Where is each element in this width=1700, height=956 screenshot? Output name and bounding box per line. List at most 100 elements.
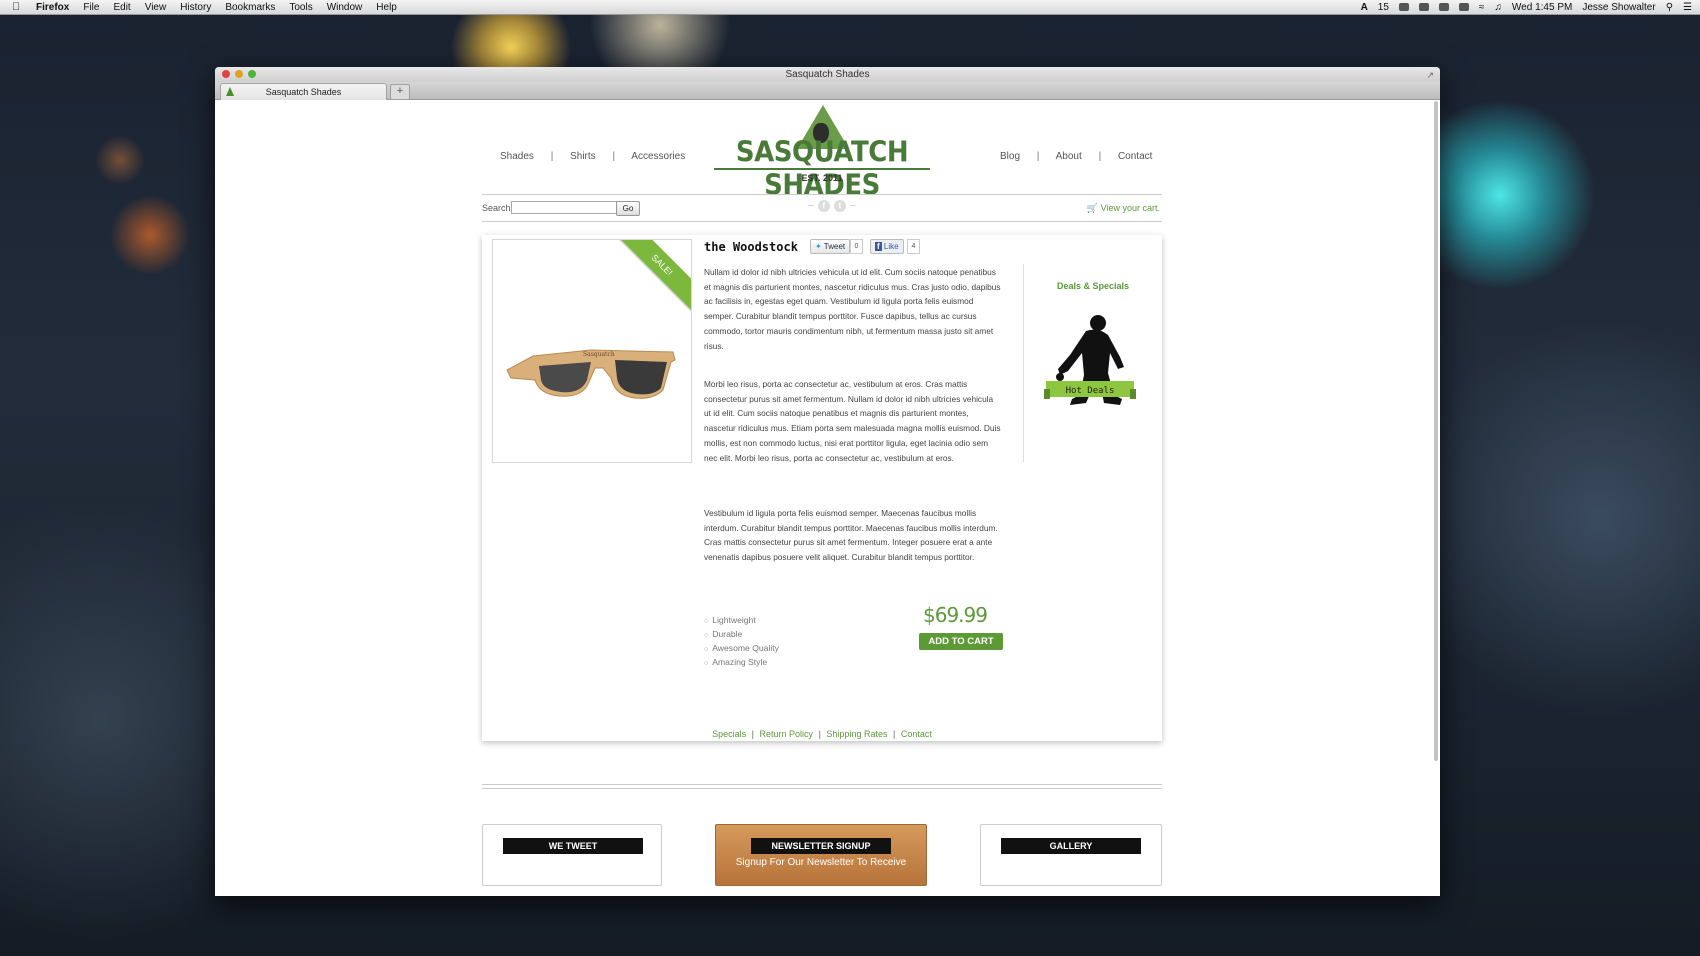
product-description-1: Nullam id dolor id nibh ultricies vehicu… [704,267,1001,351]
deals-specials-heading: Deals & Specials [1057,281,1130,291]
logo-est: EST. 2011 [801,173,843,183]
sidebar-divider [1023,264,1024,462]
volume-icon[interactable]: ♫ [1494,2,1502,13]
menu-tools[interactable]: Tools [289,2,312,13]
link-separator: | [818,729,821,739]
add-to-cart-button[interactable]: ADD TO CART [919,633,1003,650]
minimize-icon[interactable] [235,70,243,78]
link-separator: | [751,729,754,739]
traffic-lights [222,70,256,78]
product-description-2: Morbi leo risus, porta ac consectetur ac… [704,379,1001,463]
view-cart-link[interactable]: 🛒 View your cart. [1087,203,1160,214]
newsletter-box[interactable]: NEWSLETTER SIGNUP Signup For Our Newslet… [715,824,927,886]
like-count: 4 [907,239,920,254]
product-image[interactable]: SALE! Sasquatch [492,239,692,463]
twitter-icon[interactable]: t [833,200,846,212]
list-item: Awesome Quality [704,642,779,656]
cart-link-label: View your cart. [1100,203,1160,213]
tray-icon[interactable] [1398,3,1409,11]
list-item: Lightweight [704,614,779,628]
nav-item-contact[interactable]: Contact [1118,151,1152,162]
footer-link-return-policy[interactable]: Return Policy [760,729,814,739]
tray-icon[interactable] [1438,3,1449,11]
nav-separator: | [612,151,616,162]
hot-deals-banner[interactable]: Hot Deals [1042,313,1138,413]
product-price: $69.99 [923,603,988,627]
we-tweet-header: WE TWEET [503,838,643,854]
we-tweet-box: WE TWEET [482,824,662,886]
go-button[interactable]: Go [616,201,640,216]
footer-link-contact[interactable]: Contact [901,729,932,739]
facebook-icon[interactable]: f [817,200,830,212]
search-bar: Search Go ~ f t ~ 🛒 View your cart. [482,194,1162,222]
menu-help[interactable]: Help [376,2,397,13]
nav-right: Blog | About | Contact [1000,151,1152,162]
site-logo[interactable]: SASQUATCH SHADES EST. 2011 [712,105,932,202]
menu-view[interactable]: View [145,2,167,13]
menu-bookmarks[interactable]: Bookmarks [225,2,275,13]
nav-item-accessories[interactable]: Accessories [631,151,685,162]
notification-count: 15 [1377,1,1389,13]
spotlight-icon[interactable]: ⚲ [1666,2,1673,13]
nav-separator: | [1098,151,1102,162]
menubar:  Firefox File Edit View History Bookmar… [0,0,1700,731]
nav-separator: | [1036,151,1040,162]
feature-list: Lightweight Durable Awesome Quality Amaz… [704,614,779,670]
wifi-icon[interactable]: ≈ [1479,2,1485,13]
cart-icon: 🛒 [1086,203,1099,213]
search-input[interactable] [511,201,617,214]
nav-left: Shades | Shirts | Accessories [500,151,685,162]
gallery-header: GALLERY [1001,838,1141,854]
search-label: Search [482,203,511,213]
fullscreen-icon[interactable]: ↗ [1426,68,1434,83]
swirl-left-icon: ~ [808,200,814,212]
clock[interactable]: Wed 1:45 PM [1512,2,1572,13]
window-titlebar[interactable]: Sasquatch Shades ↗ [215,67,1440,82]
tab-label: Sasquatch Shades [265,87,342,97]
menu-edit[interactable]: Edit [113,2,130,13]
menu-app[interactable]: Firefox [36,2,69,13]
tweet-label: Tweet [823,242,846,251]
tweet-button[interactable]: ✦ Tweet [810,239,851,254]
hot-deals-label: Hot Deals [1066,386,1115,396]
list-icon[interactable]: ☰ [1683,2,1692,13]
like-label: Like [883,242,899,251]
newsletter-header: NEWSLETTER SIGNUP [751,838,891,854]
nav-item-shirts[interactable]: Shirts [570,151,596,162]
nav-item-blog[interactable]: Blog [1000,151,1020,162]
close-icon[interactable] [222,70,230,78]
newsletter-subtext: Signup For Our Newsletter To Receive [735,857,907,868]
footer-link-specials[interactable]: Specials [712,729,746,739]
nav-item-shades[interactable]: Shades [500,151,534,162]
menu-window[interactable]: Window [327,2,363,13]
dropbox-icon[interactable] [1418,3,1429,11]
nav-item-about[interactable]: About [1056,151,1082,162]
sale-ribbon: SALE! [615,240,691,312]
menu-history[interactable]: History [180,2,211,13]
product-panel: SALE! Sasquatch the Woodstock ✦ Tweet 0 … [482,235,1162,741]
facebook-like-icon: f [875,242,882,251]
twitter-bird-icon: ✦ [815,242,822,251]
link-separator: | [892,729,896,739]
tab-sasquatch-shades[interactable]: Sasquatch Shades [220,83,387,100]
nav-separator: | [550,151,554,162]
bluetooth-icon[interactable] [1458,3,1469,11]
product-title: the Woodstock [704,240,798,254]
window-title: Sasquatch Shades [785,69,870,80]
footer-links: Specials | Return Policy | Shipping Rate… [482,729,1162,739]
menu-file[interactable]: File [83,2,99,13]
list-item: Durable [704,628,779,642]
product-description-3: Vestibulum id ligula porta felis euismod… [704,508,998,563]
user-name[interactable]: Jesse Showalter [1582,2,1655,13]
like-button[interactable]: f Like [870,239,904,254]
scrollbar[interactable] [1434,101,1438,761]
new-tab-button[interactable]: + [390,84,410,100]
tweet-count: 0 [850,239,863,254]
adobe-icon[interactable]: A [1361,2,1368,13]
logo-rule [714,168,930,170]
apple-icon[interactable]:  [12,1,26,13]
glasses-logo-text: Sasquatch [583,351,615,358]
footer-link-shipping-rates[interactable]: Shipping Rates [826,729,887,739]
browser-window: Sasquatch Shades ↗ Sasquatch Shades + Sh… [215,67,1440,896]
zoom-icon[interactable] [248,70,256,78]
